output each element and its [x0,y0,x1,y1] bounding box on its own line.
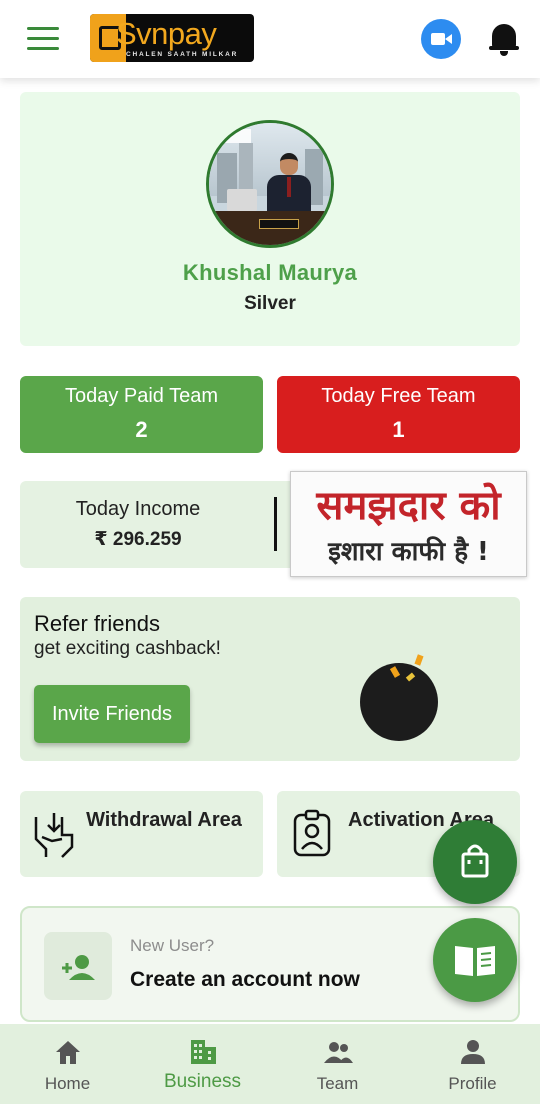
today-free-team-card[interactable]: Today Free Team 1 [277,376,520,453]
income-value: ₹ 296.259 [94,529,182,550]
nav-profile[interactable]: Profile [405,1024,540,1104]
app-logo: Svnpay CHALEN SAATH MILKAR [90,14,254,62]
income-label: Today Income [75,498,201,520]
bell-icon[interactable] [489,22,519,58]
free-team-value: 1 [392,417,405,442]
profile-name: Khushal Maurya [182,260,358,285]
free-team-label: Today Free Team [321,385,476,407]
add-user-icon [44,932,112,1000]
video-icon[interactable] [421,19,461,59]
nav-home[interactable]: Home [0,1024,135,1104]
new-user-question: New User? [130,936,215,955]
income-divider [274,497,277,551]
banner-line-2: इशारा काफी है ! [328,537,489,567]
shopping-bag-icon [461,844,489,878]
nav-profile-label: Profile [448,1074,497,1093]
profile-icon [461,1040,485,1064]
avatar[interactable] [206,120,334,248]
paid-team-label: Today Paid Team [64,385,219,407]
nav-business-label: Business [163,1071,242,1092]
create-account-link[interactable]: Create an account now [130,968,360,992]
today-income-card: Today Income ₹ 296.259 [20,481,296,568]
nav-home-label: Home [44,1074,91,1093]
nav-team[interactable]: Team [270,1024,405,1104]
invite-friends-button[interactable]: Invite Friends [34,685,190,743]
today-paid-team-card[interactable]: Today Paid Team 2 [20,376,263,453]
shopping-bag-fab[interactable] [433,820,517,904]
spark-icon [414,654,424,666]
bottom-nav: Home Business Team Profile [0,1024,540,1104]
id-badge-icon [293,809,331,857]
banner-line-1: समझदार को [316,483,501,529]
withdrawal-area-button[interactable]: Withdrawal Area [20,791,263,877]
withdraw-hand-icon [34,813,74,858]
open-book-icon [455,946,495,976]
profile-rank: Silver [244,293,296,314]
app-header: Svnpay CHALEN SAATH MILKAR [0,0,540,78]
paid-team-value: 2 [135,417,148,442]
refer-title: Refer friends [34,611,160,636]
refer-friends-card: Refer friends get exciting cashback! Inv… [20,597,520,761]
profile-card: Khushal Maurya Silver [20,92,520,346]
team-icon [324,1042,353,1063]
hindi-banner-image: समझदार को इशारा काफी है ! [290,471,527,577]
business-icon [191,1040,216,1064]
refer-subtitle: get exciting cashback! [34,638,221,659]
nav-team-label: Team [316,1074,359,1093]
book-fab[interactable] [433,918,517,1002]
logo-tagline: CHALEN SAATH MILKAR [126,51,239,58]
nav-business[interactable]: Business [135,1024,270,1104]
menu-icon[interactable] [27,27,59,51]
home-icon [56,1041,80,1064]
logo-text: Svnpay [116,16,217,51]
withdrawal-area-label: Withdrawal Area [86,809,242,831]
